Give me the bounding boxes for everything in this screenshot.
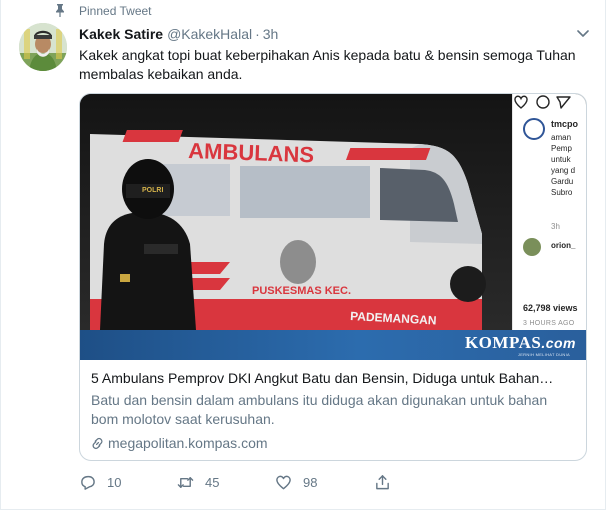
like-count: 98	[303, 474, 318, 490]
link-card[interactable]: AMBULANS PUSKESMAS KEC. PADEMANGAN POLRI	[79, 93, 587, 461]
kompas-watermark-bar: KOMPAS.com JERNIH MELIHAT DUNIA	[80, 330, 586, 360]
ig-time: 3h	[551, 222, 560, 231]
card-media[interactable]: AMBULANS PUSKESMAS KEC. PADEMANGAN POLRI	[80, 94, 586, 360]
kompas-brand: KOMPAS	[464, 333, 542, 352]
ig-views: 62,798 views	[523, 303, 578, 313]
reply-button[interactable]: 10	[79, 472, 121, 492]
ig-commenter: orion_	[551, 241, 576, 250]
card-title[interactable]: 5 Ambulans Pemprov DKI Angkut Batu dan B…	[91, 369, 577, 388]
share-button[interactable]	[374, 472, 402, 492]
ig-commenter-avatar	[523, 238, 541, 256]
avatar[interactable]	[19, 23, 67, 71]
reply-count: 10	[107, 474, 122, 490]
tweet-actions: 10 45 98	[79, 472, 499, 492]
avatar-image	[19, 23, 67, 71]
retweet-button[interactable]: 45	[177, 472, 219, 492]
ambulance-label: AMBULANS	[188, 138, 315, 167]
card-domain-text: megapolitan.kompas.com	[108, 435, 268, 451]
ig-comment-icon	[536, 95, 550, 109]
ig-caption-line: untuk	[551, 155, 571, 164]
ig-share-icon	[556, 96, 571, 109]
card-description: Batu dan bensin dalam ambulans itu didug…	[91, 392, 548, 427]
like-button[interactable]: 98	[275, 472, 317, 492]
kompas-logo: KOMPAS.com	[465, 333, 576, 353]
ig-ago: 3 HOURS AGO	[523, 320, 575, 327]
pin-icon	[56, 4, 64, 17]
link-icon	[92, 437, 103, 449]
card-domain[interactable]: megapolitan.kompas.com	[91, 435, 268, 451]
ig-caption-line: yang d	[551, 166, 576, 175]
kompas-suffix: .com	[541, 335, 576, 351]
helmet-label: POLRI	[142, 187, 163, 194]
retweet-icon	[177, 476, 194, 488]
tweet-text: Kakek angkat topi buat keberpihakan Anis…	[79, 47, 576, 82]
vehicle-side-text-left: PUSKESMAS KEC.	[252, 285, 351, 297]
ig-handle: tmcpo	[551, 119, 578, 129]
tweet-time[interactable]: 3h	[263, 26, 279, 42]
ig-caption: aman Pemp untuk yang d Gardu Subro	[551, 132, 575, 198]
pinned-label: Pinned Tweet	[79, 4, 152, 18]
ambulance-photo: AMBULANS PUSKESMAS KEC. PADEMANGAN POLRI	[80, 94, 512, 330]
ig-caption-line: Gardu	[551, 177, 574, 186]
heart-icon	[276, 475, 291, 489]
instagram-panel: tmcpo aman Pemp untuk yang d Gardu Subro…	[512, 94, 586, 330]
ig-action-icons	[514, 95, 571, 109]
retweet-count: 45	[205, 474, 220, 490]
header-separator: ·	[255, 26, 260, 42]
kompas-tagline: JERNIH MELIHAT DUNIA	[517, 352, 570, 357]
ig-caption-line: Pemp	[551, 144, 572, 153]
card-body[interactable]: 5 Ambulans Pemprov DKI Angkut Batu dan B…	[80, 360, 586, 460]
display-name[interactable]: Kakek Satire	[79, 26, 163, 42]
share-icon	[376, 474, 389, 489]
tweet-header: Kakek Satire @KakekHalal · 3h	[79, 26, 278, 42]
reply-icon	[81, 475, 95, 490]
username[interactable]: @KakekHalal	[167, 26, 252, 42]
ig-account-avatar	[523, 118, 545, 140]
ig-caption-line: Subro	[551, 188, 573, 197]
ig-caption-line: aman	[551, 133, 572, 142]
ig-heart-icon	[514, 95, 528, 109]
pinned-tweet[interactable]: Pinned Tweet Kakek Satire @KakekHalal · 3h …	[0, 0, 606, 510]
caret-down-icon[interactable]	[577, 30, 589, 38]
